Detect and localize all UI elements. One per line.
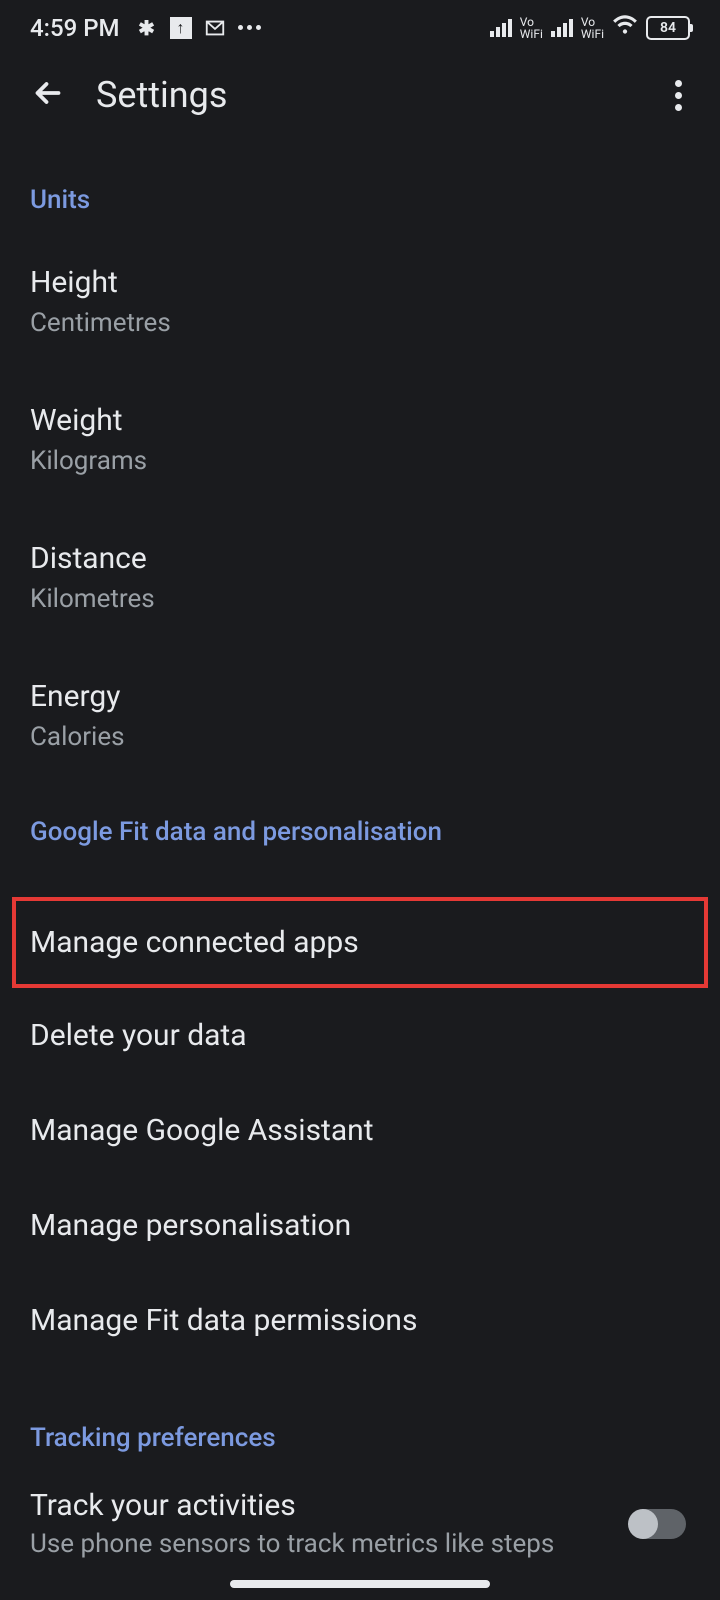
link-delete-data[interactable]: Delete your data [30,988,690,1083]
gmail-icon [204,17,226,39]
setting-value: Kilograms [30,446,690,476]
wifi-icon [612,12,638,44]
app-bar: Settings [0,55,720,135]
track-activities-toggle[interactable] [630,1509,686,1539]
section-header-fitdata: Google Fit data and personalisation [30,817,690,847]
setting-track-activities[interactable]: Track your activities Use phone sensors … [30,1453,690,1559]
vowifi-label-1: VoWiFi [520,16,543,40]
content-area: Units Height Centimetres Weight Kilogram… [0,135,720,1559]
overflow-menu-icon[interactable] [667,72,690,119]
signal-icon-1 [490,19,512,37]
setting-title: Height [30,265,690,300]
battery-level: 84 [660,20,676,36]
tracking-text: Track your activities Use phone sensors … [30,1488,630,1559]
highlight-annotation: Manage connected apps [12,897,708,988]
more-notifications-icon [238,25,261,30]
setting-energy[interactable]: Energy Calories [30,679,690,752]
signal-icon-2 [551,19,573,37]
link-manage-connected-apps[interactable]: Manage connected apps [30,925,690,960]
setting-value: Centimetres [30,308,690,338]
link-manage-personalisation[interactable]: Manage personalisation [30,1178,690,1273]
setting-distance[interactable]: Distance Kilometres [30,541,690,614]
status-right: VoWiFi VoWiFi 84 [490,12,690,44]
link-manage-fit-permissions[interactable]: Manage Fit data permissions [30,1273,690,1368]
page-title: Settings [96,74,227,116]
status-time: 4:59 PM [30,14,120,42]
setting-weight[interactable]: Weight Kilograms [30,403,690,476]
back-arrow-icon[interactable] [30,75,66,115]
status-bar: 4:59 PM ✱ ↑ VoWiFi VoWiFi 84 [0,0,720,55]
upload-icon: ↑ [170,17,192,39]
battery-icon: 84 [646,16,690,40]
vowifi-label-2: VoWiFi [581,16,604,40]
setting-title: Distance [30,541,690,576]
section-header-tracking: Tracking preferences [30,1423,690,1453]
setting-height[interactable]: Height Centimetres [30,265,690,338]
setting-title: Weight [30,403,690,438]
navigation-bar-handle[interactable] [230,1580,490,1588]
status-left: 4:59 PM ✱ ↑ [30,14,261,42]
tracking-subtitle: Use phone sensors to track metrics like … [30,1529,630,1559]
setting-value: Calories [30,722,690,752]
section-header-units: Units [30,185,690,215]
app-bar-left: Settings [30,74,227,116]
toggle-knob [628,1509,658,1539]
link-manage-assistant[interactable]: Manage Google Assistant [30,1083,690,1178]
setting-value: Kilometres [30,584,690,614]
tracking-title: Track your activities [30,1488,630,1523]
setting-title: Energy [30,679,690,714]
slack-icon: ✱ [136,17,158,39]
